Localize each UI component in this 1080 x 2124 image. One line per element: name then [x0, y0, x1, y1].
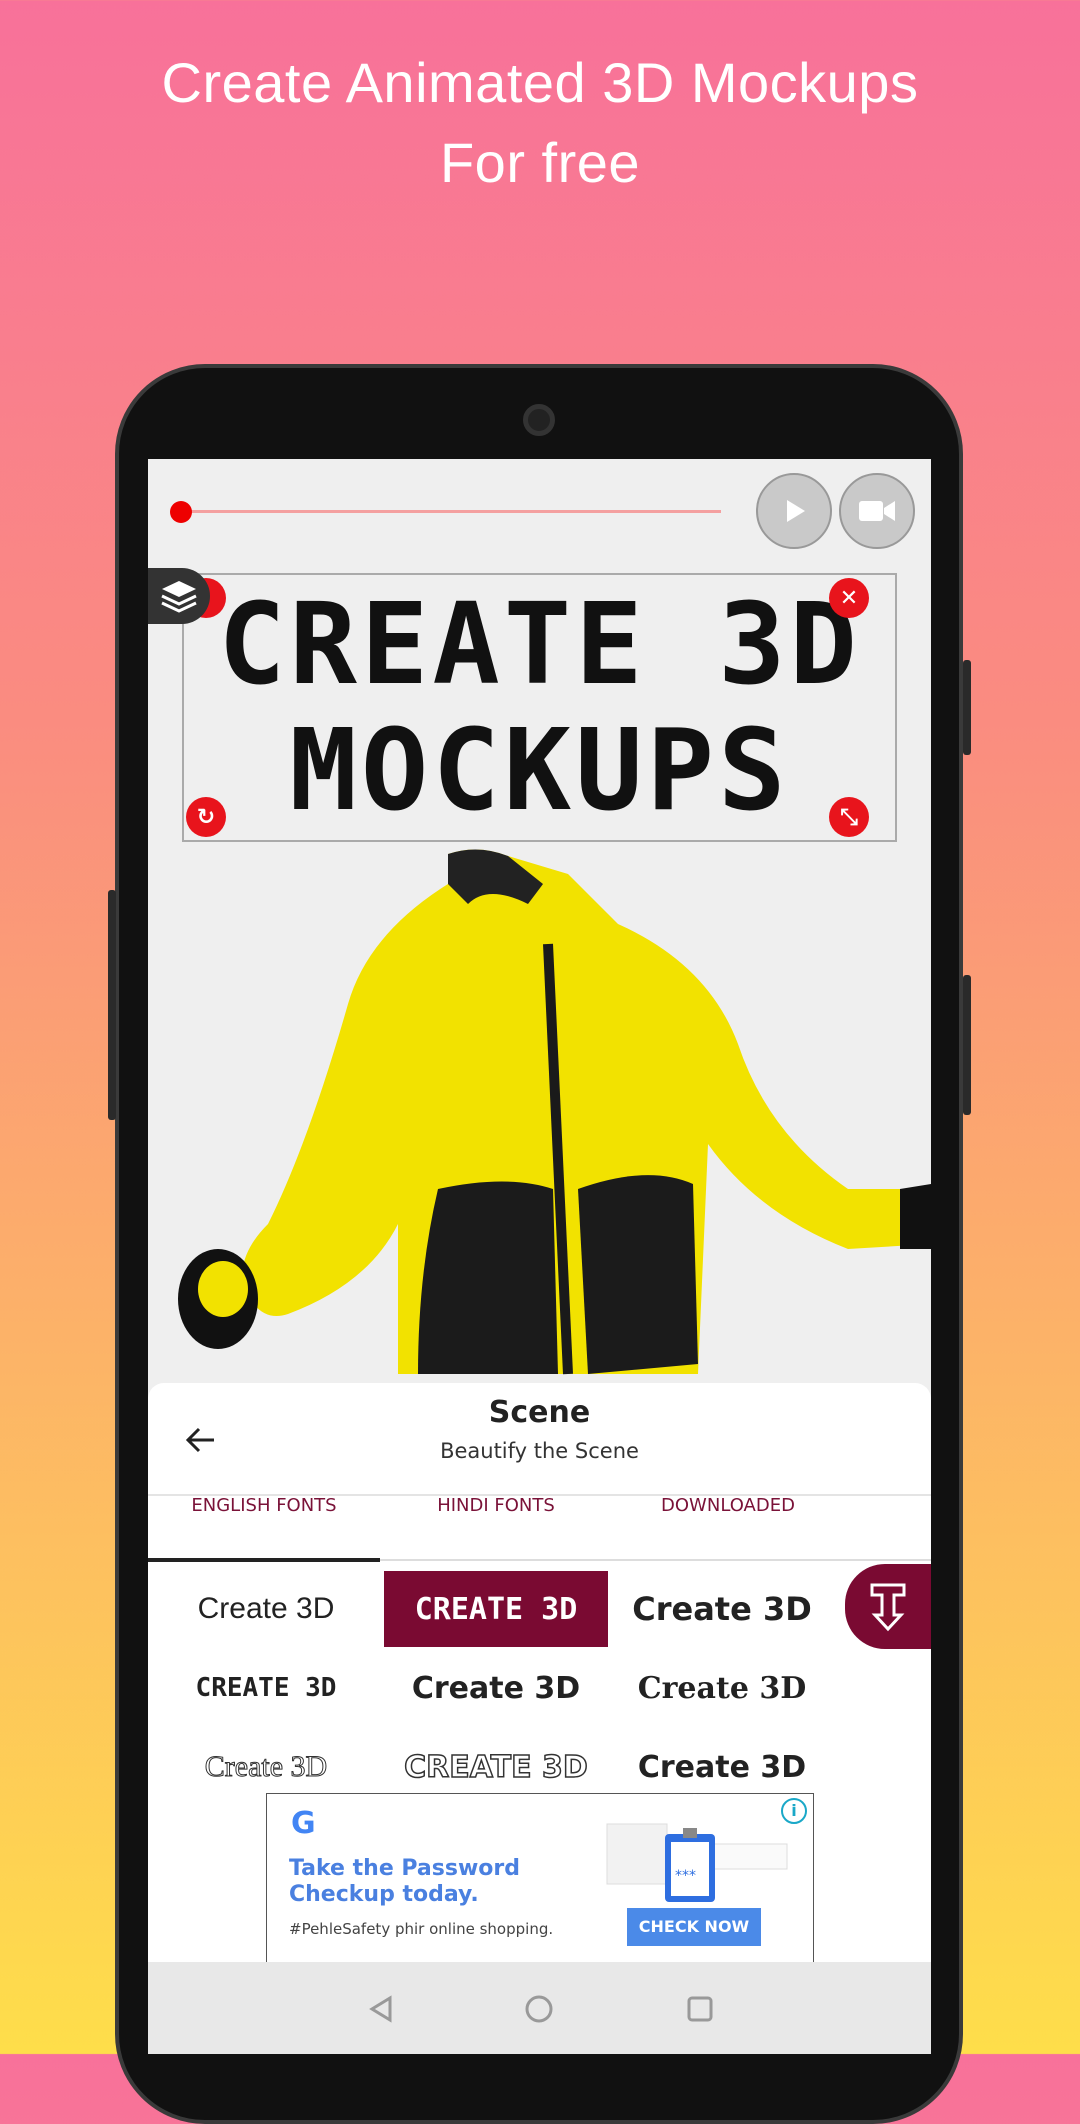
timeline-track[interactable]: [178, 510, 721, 513]
headline-line2: For free: [439, 131, 641, 194]
text-layer[interactable]: CREATE 3D MOCKUPS: [182, 573, 897, 842]
font-option[interactable]: Create 3D: [384, 1650, 608, 1726]
rotate-handle[interactable]: ↻: [186, 797, 226, 837]
ad-banner[interactable]: G i Take the Password Checkup today. #Pe…: [266, 1793, 814, 1963]
app-screen: CREATE 3D MOCKUPS ✕ ↻ ⤡ Scene Beautify t…: [148, 459, 931, 2054]
layers-button[interactable]: [148, 568, 210, 624]
text-import-button[interactable]: [845, 1564, 931, 1649]
tab-indicator: [148, 1558, 380, 1562]
home-nav-icon[interactable]: [524, 1994, 554, 2024]
recents-nav-icon[interactable]: [685, 1994, 715, 2024]
tab-english-fonts[interactable]: ENGLISH FONTS: [148, 1495, 380, 1516]
ad-headline: Take the Password Checkup today.: [289, 1856, 520, 1907]
tab-downloaded[interactable]: DOWNLOADED: [612, 1495, 844, 1516]
back-nav-icon[interactable]: [366, 1994, 396, 2024]
text-line2: MOCKUPS: [289, 706, 790, 836]
power-button: [963, 660, 971, 755]
font-option[interactable]: Create 3D: [154, 1571, 378, 1647]
system-nav-bar: [148, 1962, 931, 2054]
font-option[interactable]: CREATE 3D: [154, 1650, 378, 1726]
text-download-icon: [870, 1583, 906, 1631]
play-icon: [787, 500, 805, 522]
text-line1: CREATE 3D: [218, 580, 861, 710]
layers-icon: [161, 581, 197, 613]
font-option[interactable]: Create 3D: [610, 1650, 834, 1726]
rotate-icon: ↻: [196, 804, 216, 830]
jacket-model[interactable]: [148, 844, 931, 1389]
close-icon: ✕: [839, 585, 859, 611]
alert-slider: [108, 890, 116, 1120]
check-now-button[interactable]: CHECK NOW: [627, 1908, 761, 1946]
tab-hindi-fonts[interactable]: HINDI FONTS: [380, 1495, 612, 1516]
resize-handle[interactable]: ⤡: [829, 797, 869, 837]
sheet-title: Scene: [488, 1395, 591, 1430]
password-clipboard-illustration: ***: [606, 1823, 788, 1902]
headline-line1: Create Animated 3D Mockups: [161, 51, 919, 114]
play-button[interactable]: [756, 473, 832, 549]
record-button[interactable]: [839, 473, 915, 549]
delete-handle[interactable]: ✕: [829, 578, 869, 618]
resize-icon: ⤡: [840, 804, 858, 830]
google-logo: G: [291, 1806, 316, 1841]
font-option[interactable]: Create 3D: [610, 1571, 834, 1647]
svg-text:***: ***: [675, 1868, 696, 1884]
sheet-subtitle: Beautify the Scene: [440, 1439, 639, 1463]
video-camera-icon: [859, 501, 895, 521]
front-camera: [523, 404, 555, 436]
font-option-selected[interactable]: CREATE 3D: [384, 1571, 608, 1647]
timeline-handle[interactable]: [170, 501, 192, 523]
volume-button: [963, 975, 971, 1115]
ad-body: #PehleSafety phir online shopping.: [289, 1920, 554, 1938]
